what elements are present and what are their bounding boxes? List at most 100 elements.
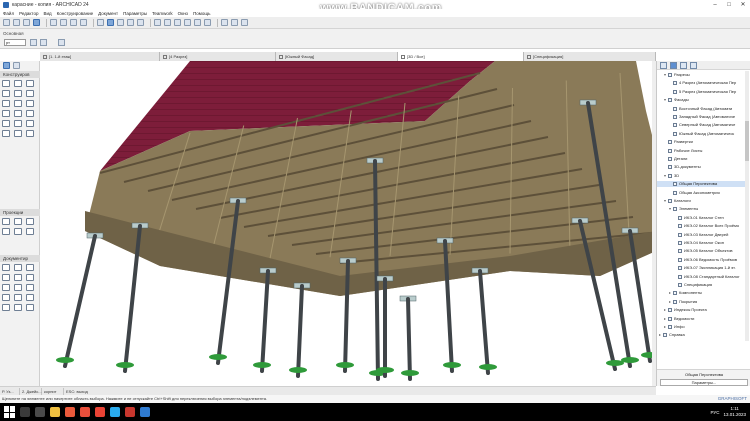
menu-design[interactable]: Конструирование — [57, 11, 94, 16]
arrow-tool-icon[interactable] — [33, 19, 40, 26]
navigator-item[interactable]: ИКЭ-04 Каталог Окон — [657, 240, 749, 246]
morph-tool-icon[interactable] — [2, 130, 10, 137]
worksheet-tool-icon[interactable] — [2, 228, 10, 235]
tab-schedule[interactable]: [Спецификация] — [524, 52, 656, 61]
navigator-item[interactable]: ▾ Разрезы — [657, 72, 749, 78]
tab-elevation[interactable]: [Южный Фасад] — [276, 52, 398, 61]
object-tool-icon[interactable] — [26, 120, 34, 127]
navigator-item[interactable]: ИКЭ-07 Экспликация 1-й эт. — [657, 265, 749, 271]
section-tool-icon[interactable] — [2, 218, 10, 225]
pan-icon[interactable] — [80, 19, 87, 26]
navigator-item[interactable]: 4 Разрез (Автоматическая Пер — [657, 80, 749, 86]
navigator-item[interactable]: ИКЭ-02 Каталог Всех Проёмо — [657, 223, 749, 229]
drawing-tool-icon[interactable] — [26, 284, 34, 291]
save-icon[interactable] — [23, 19, 30, 26]
teamwork-icon[interactable] — [164, 19, 171, 26]
tab-3d[interactable]: [3D / Все] — [398, 52, 524, 61]
marquee-icon[interactable] — [58, 39, 65, 46]
minimize-icon[interactable]: – — [708, 0, 722, 9]
open-file-icon[interactable] — [13, 19, 20, 26]
elevation-icon[interactable] — [137, 19, 144, 26]
hotspot-tool-icon[interactable] — [14, 294, 22, 301]
arrow-mode-icon[interactable] — [40, 39, 47, 46]
zoom-field[interactable]: Р. Уз... — [0, 387, 20, 395]
search-icon[interactable] — [20, 407, 30, 417]
pile[interactable] — [471, 267, 497, 375]
render-icon[interactable] — [231, 19, 238, 26]
tab-floor-plan[interactable]: [1. 1-й этаж] — [40, 52, 160, 61]
navigator-item[interactable]: ▸ Инфо — [657, 324, 749, 330]
clock[interactable]: 1:11 13.01.2023 — [723, 406, 746, 418]
navigator-scrollbar[interactable] — [745, 71, 749, 341]
navigator-item[interactable]: ИКЭ-05 Каталог Объектов — [657, 248, 749, 254]
3d-viewport[interactable] — [40, 61, 656, 386]
navigator-item[interactable]: ▸ Покрытия — [657, 299, 749, 305]
navigator-item[interactable]: 5 Разрез (Автоматическая Пер — [657, 89, 749, 95]
figure-tool-icon[interactable] — [26, 294, 34, 301]
polyline-tool-icon[interactable] — [14, 284, 22, 291]
navigator-item[interactable]: ▸ Справка — [657, 332, 749, 338]
zone-tool-icon[interactable] — [14, 120, 22, 127]
menu-help[interactable]: Помощь — [193, 11, 210, 16]
detail-tool-icon[interactable] — [14, 228, 22, 235]
interior-elevation-tool-icon[interactable] — [26, 218, 34, 225]
navigator-item[interactable]: Южный Фасад (Автоматическ — [657, 131, 749, 137]
pile[interactable] — [399, 295, 419, 381]
navigator-item[interactable]: 3D-документы — [657, 164, 749, 170]
navigator-item[interactable]: ▾ Элементы — [657, 206, 749, 212]
pen-icon[interactable] — [30, 39, 37, 46]
toolbox-section-design[interactable]: Конструиров — [0, 71, 40, 78]
layer-field[interactable]: корпит — [42, 387, 64, 395]
layer-selector[interactable]: рт — [4, 39, 26, 46]
navigator-item[interactable]: ▸ Компоненты — [657, 290, 749, 296]
3d-model-render[interactable] — [40, 61, 656, 386]
navigator-item[interactable]: Общая Перспектива — [657, 181, 749, 188]
wall-tool-icon[interactable] — [2, 80, 10, 87]
publish-icon[interactable] — [174, 19, 181, 26]
navigator-item[interactable]: ▾ Каталоги — [657, 198, 749, 204]
section-icon[interactable] — [127, 19, 134, 26]
guide-icon[interactable] — [204, 19, 211, 26]
tab-section[interactable]: [4 Разрез] — [160, 52, 276, 61]
layers-icon[interactable] — [154, 19, 161, 26]
navigator-item[interactable]: Западный Фасад (Автоматиче — [657, 114, 749, 120]
undo-icon[interactable] — [50, 19, 57, 26]
menu-options[interactable]: Параметры — [123, 11, 147, 16]
elevation-tool-icon[interactable] — [14, 218, 22, 225]
toolbox-section-viewpoints[interactable]: Проекции — [0, 209, 40, 216]
redo-icon[interactable] — [60, 19, 67, 26]
menu-window[interactable]: Окно — [178, 11, 188, 16]
navigator-item[interactable]: Детали — [657, 156, 749, 162]
view-field[interactable]: 2. Джейс... — [20, 387, 42, 395]
view-map-icon[interactable] — [670, 61, 677, 69]
change-tool-icon[interactable] — [26, 228, 34, 235]
task-view-icon[interactable] — [35, 407, 45, 417]
navigator-item[interactable]: Рабочие Листы — [657, 148, 749, 154]
navigator-item[interactable]: Северный Фасад (Автоматиче — [657, 122, 749, 128]
language-indicator[interactable]: РУС — [710, 410, 719, 415]
navigator-item[interactable]: ИКЭ-01 Каталог Стен — [657, 215, 749, 221]
pile[interactable] — [56, 232, 104, 368]
navigator-item[interactable]: Развертки — [657, 139, 749, 145]
chrome-icon[interactable] — [95, 407, 105, 417]
fill-tool-icon[interactable] — [14, 274, 22, 281]
grid-icon[interactable] — [184, 19, 191, 26]
navigator-item[interactable]: ИКЭ-08 Стандартный Каталог — [657, 274, 749, 280]
arrow-tool-icon[interactable] — [3, 62, 10, 69]
publisher-icon[interactable] — [690, 61, 697, 69]
new-file-icon[interactable] — [3, 19, 10, 26]
navigator-item[interactable]: ▾ Фасады — [657, 97, 749, 103]
opening-tool-icon[interactable] — [26, 130, 34, 137]
curtain-wall-tool-icon[interactable] — [2, 110, 10, 117]
level-dimension-tool-icon[interactable] — [14, 264, 22, 271]
morph-icon[interactable] — [221, 19, 228, 26]
explore-icon[interactable] — [117, 19, 124, 26]
dimension-tool-icon[interactable] — [2, 264, 10, 271]
zoom-icon[interactable] — [70, 19, 77, 26]
project-map-icon[interactable] — [660, 61, 667, 69]
stair-tool-icon[interactable] — [14, 110, 22, 117]
window-tool-icon[interactable] — [14, 90, 22, 97]
menu-view[interactable]: Вид — [43, 11, 51, 16]
navigator-item[interactable]: Восточный Фасад (Автомати — [657, 106, 749, 112]
skylight-tool-icon[interactable] — [26, 100, 34, 107]
